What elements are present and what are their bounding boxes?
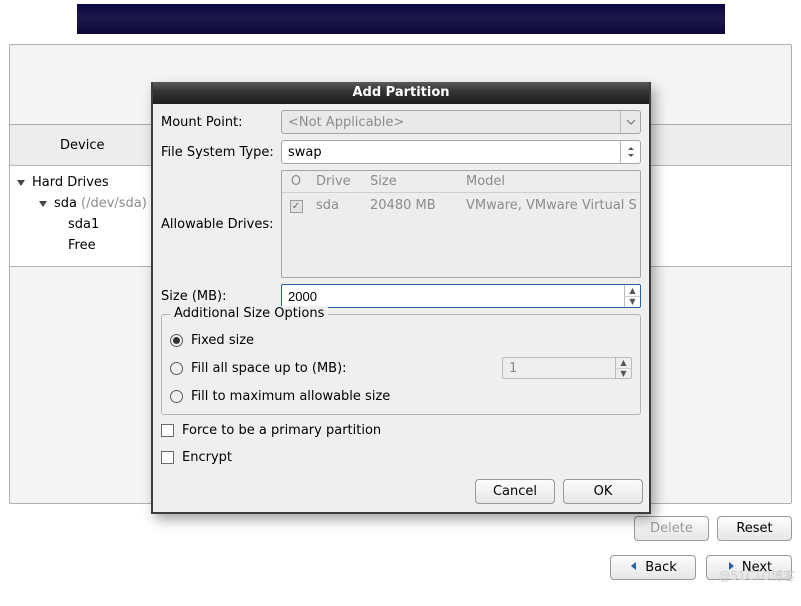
size-label: Size (MB):: [161, 289, 281, 304]
size-row: Size (MB): ▲ ▼: [161, 284, 641, 308]
col-size: Size: [364, 174, 460, 189]
radio-icon: [170, 390, 183, 403]
arrow-right-icon: [726, 560, 736, 575]
dialog-body: Mount Point: <Not Applicable> File Syste…: [153, 104, 649, 473]
additional-size-legend: Additional Size Options: [170, 306, 328, 321]
drive-row-check[interactable]: ✓: [282, 198, 310, 213]
spin-down-icon[interactable]: ▼: [625, 297, 640, 308]
ok-button[interactable]: OK: [563, 479, 643, 504]
button-label: OK: [594, 484, 613, 499]
button-label: Cancel: [493, 484, 537, 499]
chevron-down-icon[interactable]: [16, 178, 28, 188]
tree-label: Free: [68, 238, 96, 253]
back-button[interactable]: Back: [610, 555, 696, 580]
col-model: Model: [460, 174, 640, 189]
tree-sublabel: (/dev/sda): [81, 196, 147, 211]
size-field[interactable]: [282, 285, 624, 307]
fs-type-label: File System Type:: [161, 145, 281, 160]
chevron-down-icon[interactable]: [620, 111, 640, 133]
checkbox-checked-icon: ✓: [290, 200, 303, 213]
drives-header: O Drive Size Model: [282, 171, 640, 193]
button-label: Back: [645, 560, 677, 575]
radio-fill-max[interactable]: Fill to maximum allowable size: [170, 382, 632, 410]
next-button[interactable]: Next: [706, 555, 792, 580]
device-column-header: Device: [10, 138, 104, 153]
arrow-left-icon: [629, 560, 639, 575]
spin-down-icon: ▼: [616, 369, 631, 379]
col-check: O: [282, 174, 310, 189]
spinner-toggle-icon[interactable]: [620, 141, 640, 163]
radio-icon: [170, 362, 183, 375]
mount-point-row: Mount Point: <Not Applicable>: [161, 110, 641, 134]
checkbox-label: Encrypt: [182, 450, 232, 465]
action-buttons: Delete Reset: [634, 516, 792, 541]
drive-row-model: VMware, VMware Virtual S: [460, 198, 640, 213]
dialog-title[interactable]: Add Partition: [153, 82, 649, 104]
radio-label: Fill to maximum allowable size: [191, 389, 390, 404]
encrypt-row[interactable]: Encrypt: [161, 445, 641, 469]
radio-label: Fixed size: [191, 333, 254, 348]
button-label: Reset: [736, 521, 772, 536]
radio-fill-up-to[interactable]: Fill all space up to (MB): 1 ▲ ▼: [170, 354, 632, 382]
fs-type-combobox[interactable]: swap: [281, 140, 641, 164]
col-drive: Drive: [310, 174, 364, 189]
force-primary-row[interactable]: Force to be a primary partition: [161, 418, 641, 442]
drive-row-size: 20480 MB: [364, 198, 460, 213]
delete-button[interactable]: Delete: [634, 516, 709, 541]
nav-buttons: Back Next: [610, 555, 792, 580]
radio-icon: [170, 334, 183, 347]
drive-row[interactable]: ✓ sda 20480 MB VMware, VMware Virtual S: [282, 193, 640, 217]
fill-up-to-input: 1 ▲ ▼: [502, 357, 632, 379]
checkbox-icon[interactable]: [161, 451, 174, 464]
add-partition-dialog: Add Partition Mount Point: <Not Applicab…: [151, 82, 651, 514]
tree-label: Hard Drives: [32, 175, 109, 190]
spin-up-icon: ▲: [616, 358, 631, 369]
button-label: Next: [742, 560, 772, 575]
allowable-drives-list[interactable]: O Drive Size Model ✓ sda 20480 MB VMware…: [281, 170, 641, 278]
mount-point-label: Mount Point:: [161, 115, 281, 130]
size-input[interactable]: ▲ ▼: [281, 284, 641, 308]
checkbox-icon[interactable]: [161, 424, 174, 437]
tree-label: sda: [54, 196, 77, 211]
mount-point-combobox[interactable]: <Not Applicable>: [281, 110, 641, 134]
mount-point-value: <Not Applicable>: [282, 115, 620, 130]
fill-up-to-value: 1: [503, 358, 615, 378]
spin-up-icon[interactable]: ▲: [625, 285, 640, 297]
radio-fixed-size[interactable]: Fixed size: [170, 326, 632, 354]
reset-button[interactable]: Reset: [717, 516, 792, 541]
chevron-down-icon[interactable]: [38, 199, 50, 209]
cancel-button[interactable]: Cancel: [475, 479, 555, 504]
allowable-drives-row: Allowable Drives: O Drive Size Model ✓ s…: [161, 170, 641, 278]
fs-type-value: swap: [282, 145, 620, 160]
top-banner: [77, 4, 725, 34]
drive-row-name: sda: [310, 198, 364, 213]
radio-label: Fill all space up to (MB):: [191, 361, 347, 376]
spin-buttons: ▲ ▼: [615, 358, 631, 378]
allowable-drives-label: Allowable Drives:: [161, 217, 281, 232]
additional-size-options: Additional Size Options Fixed size Fill …: [161, 314, 641, 415]
fs-type-row: File System Type: swap: [161, 140, 641, 164]
checkbox-label: Force to be a primary partition: [182, 423, 381, 438]
spin-buttons[interactable]: ▲ ▼: [624, 285, 640, 307]
button-label: Delete: [650, 521, 693, 536]
dialog-buttons: Cancel OK: [153, 473, 649, 512]
tree-label: sda1: [68, 217, 99, 232]
